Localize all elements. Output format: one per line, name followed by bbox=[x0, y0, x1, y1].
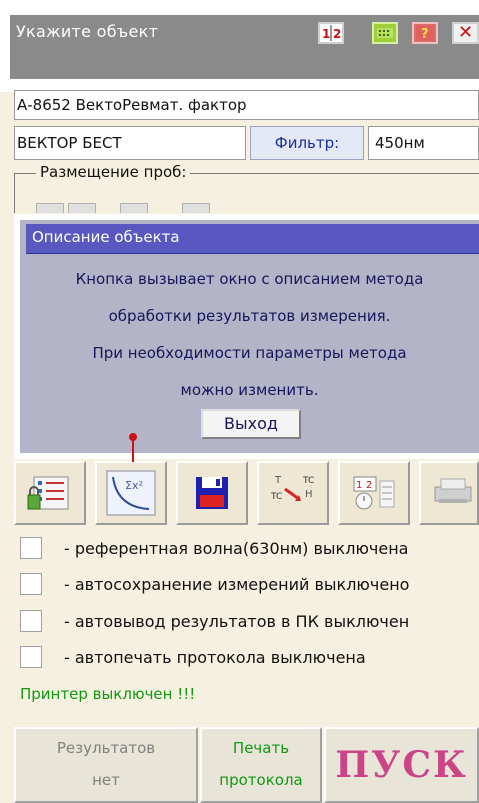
timer-12-icon: 1 2 bbox=[353, 476, 395, 510]
placement-slot[interactable] bbox=[120, 203, 148, 213]
placement-label: Размещение проб: bbox=[36, 163, 191, 181]
reference-wave-label: - референтная волна(630нм) выключена bbox=[64, 539, 409, 558]
timer-button[interactable]: 1 2 bbox=[338, 461, 410, 525]
auto-output-checkbox[interactable] bbox=[20, 610, 42, 632]
printer-status: Принтер выключен !!! bbox=[20, 685, 196, 703]
autosave-label: - автосохранение измерений выключено bbox=[64, 575, 410, 594]
placement-slot[interactable] bbox=[68, 203, 96, 213]
exit-button[interactable]: Выход bbox=[201, 409, 301, 439]
svg-text:TC: TC bbox=[270, 492, 282, 502]
window-title: Укажите объект bbox=[16, 22, 159, 41]
popup-text-line: Кнопка вызывает окно с описанием метода bbox=[75, 270, 424, 288]
temperature-correction-icon: T TC TC H bbox=[270, 475, 314, 502]
auto-output-option[interactable]: - автовывод результатов в ПК выключен bbox=[20, 610, 479, 640]
object-field[interactable]: А-8652 ВектоРевмат. фактор bbox=[14, 90, 479, 120]
print-line-1: Печать bbox=[232, 739, 290, 757]
svg-text:TC: TC bbox=[302, 476, 314, 486]
results-button[interactable]: Результатов нет bbox=[14, 727, 198, 803]
svg-text:H: H bbox=[305, 489, 313, 500]
svg-text:T: T bbox=[274, 475, 282, 486]
autosave-checkbox[interactable] bbox=[20, 573, 42, 595]
popup-title: Описание объекта bbox=[32, 228, 180, 246]
svg-text:2: 2 bbox=[333, 27, 341, 41]
print-protocol-button[interactable]: Печать протокола bbox=[200, 727, 322, 803]
auto-output-label: - автовывод результатов в ПК выключен bbox=[64, 612, 410, 631]
settings-list-button[interactable] bbox=[14, 461, 86, 525]
grid-icon[interactable] bbox=[372, 22, 398, 44]
svg-text:Σx²: Σx² bbox=[125, 479, 143, 492]
results-line-1: Результатов bbox=[56, 739, 156, 757]
autosave-option[interactable]: - автосохранение измерений выключено bbox=[20, 573, 479, 603]
save-button[interactable] bbox=[176, 461, 248, 525]
red-indicator-dot bbox=[129, 433, 137, 441]
print-line-2: протокола bbox=[219, 771, 303, 789]
reference-wave-checkbox[interactable] bbox=[20, 537, 42, 559]
start-button[interactable]: ПУСК bbox=[324, 727, 479, 803]
filter-button[interactable]: Фильтр: bbox=[250, 126, 364, 160]
print-protocol-tool-button[interactable] bbox=[419, 461, 479, 525]
device-field[interactable]: ВЕКТОР БЕСТ bbox=[14, 126, 246, 160]
help-icon[interactable]: ? bbox=[412, 22, 438, 44]
popup-text-line: обработки результатов измерения. bbox=[108, 307, 391, 325]
svg-text:2: 2 bbox=[366, 480, 372, 491]
wavelength-field[interactable]: 450нм bbox=[368, 126, 479, 160]
svg-text:?: ? bbox=[421, 27, 429, 42]
autoprint-label: - автопечать протокола выключена bbox=[64, 648, 366, 667]
svg-text:1: 1 bbox=[322, 27, 330, 41]
placement-slot[interactable] bbox=[36, 203, 64, 213]
curve-fit-button[interactable]: Σx² bbox=[95, 461, 167, 525]
settings-list-icon bbox=[27, 476, 69, 510]
autoprint-checkbox[interactable] bbox=[20, 646, 42, 668]
placement-slot[interactable] bbox=[182, 203, 210, 213]
curve-fit-icon: Σx² bbox=[106, 470, 156, 516]
reference-wave-option[interactable]: - референтная волна(630нм) выключена bbox=[20, 537, 479, 567]
split-12-icon[interactable]: 1 2 bbox=[318, 22, 344, 44]
printer-icon bbox=[434, 478, 472, 503]
temperature-correction-button[interactable]: T TC TC H bbox=[257, 461, 329, 525]
results-line-2: нет bbox=[92, 771, 120, 789]
save-floppy-icon bbox=[196, 477, 228, 509]
svg-text:1: 1 bbox=[356, 480, 362, 491]
popup-text-line: можно изменить. bbox=[180, 381, 319, 399]
autoprint-option[interactable]: - автопечать протокола выключена bbox=[20, 646, 479, 676]
popup-text-line: При необходимости параметры метода bbox=[92, 344, 407, 362]
close-icon[interactable]: ✕ bbox=[452, 22, 479, 44]
